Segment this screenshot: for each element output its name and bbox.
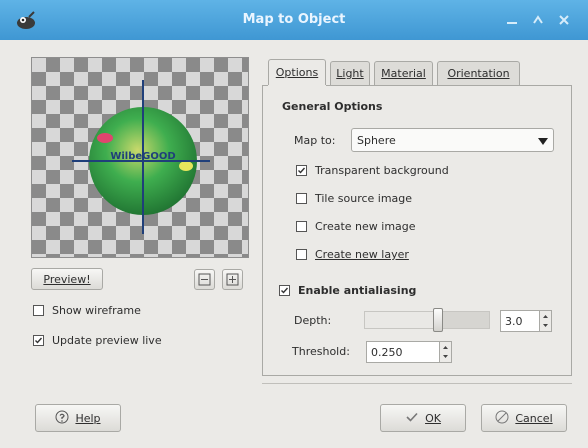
enable-antialiasing-label: Enable antialiasing <box>298 284 417 297</box>
ok-label: OK <box>425 411 441 425</box>
tab-light-label: Light <box>336 67 364 80</box>
create-new-image-label: Create new image <box>315 220 416 233</box>
depth-slider-handle[interactable] <box>433 308 443 332</box>
show-wireframe-checkbox[interactable]: Show wireframe <box>33 304 141 317</box>
cancel-label: Cancel <box>515 411 553 425</box>
window-title: Map to Object <box>242 12 346 27</box>
zoom-out-icon <box>198 273 211 286</box>
close-icon[interactable] <box>556 12 572 28</box>
sphere-preview: WilbeGOOD <box>72 80 210 234</box>
preview-text: WilbeGOOD <box>110 151 175 162</box>
create-new-layer-box[interactable] <box>296 249 307 260</box>
tab-divider <box>262 85 268 86</box>
zoom-out-button[interactable] <box>194 269 215 290</box>
update-preview-live-label: Update preview live <box>52 334 162 347</box>
tab-options-label: Options <box>275 66 319 79</box>
tab-material-label: Material <box>381 67 426 80</box>
zoom-in-icon <box>226 273 239 286</box>
update-preview-live-checkbox[interactable]: Update preview live <box>33 334 162 347</box>
separator <box>262 383 572 384</box>
chevron-down-icon <box>538 136 548 149</box>
help-button[interactable]: Help <box>35 404 121 432</box>
depth-label: Depth: <box>294 314 332 327</box>
enable-antialiasing-box[interactable] <box>279 285 290 296</box>
depth-spinbutton[interactable]: 3.0 <box>500 310 552 332</box>
preview-button[interactable]: Preview! <box>31 268 103 290</box>
maximize-icon[interactable] <box>530 12 546 28</box>
tab-orientation[interactable]: Orientation <box>437 61 520 85</box>
enable-antialiasing-checkbox[interactable]: Enable antialiasing <box>279 284 416 297</box>
tile-source-image-label: Tile source image <box>315 192 413 205</box>
ok-button[interactable]: OK <box>380 404 466 432</box>
cancel-icon <box>495 410 509 427</box>
create-new-image-box[interactable] <box>296 221 307 232</box>
preview-canvas[interactable]: WilbeGOOD <box>31 57 249 258</box>
general-options-title: General Options <box>282 100 383 113</box>
help-label: Help <box>75 411 101 425</box>
preview-button-label: Preview! <box>43 272 91 286</box>
threshold-label: Threshold: <box>292 345 350 358</box>
check-icon <box>35 337 43 344</box>
tab-light[interactable]: Light <box>330 61 370 85</box>
map-to-label: Map to: <box>294 134 336 147</box>
tab-material[interactable]: Material <box>374 61 433 85</box>
show-wireframe-label: Show wireframe <box>52 304 141 317</box>
tab-divider <box>326 85 572 86</box>
threshold-value: 0.250 <box>371 346 403 359</box>
check-icon <box>281 287 289 294</box>
create-new-layer-label: Create new layer <box>315 248 409 261</box>
ok-icon <box>405 410 419 427</box>
cancel-button[interactable]: Cancel <box>481 404 567 432</box>
update-preview-live-box[interactable] <box>33 335 44 346</box>
threshold-spinbutton[interactable]: 0.250 <box>366 341 452 363</box>
tab-orientation-label: Orientation <box>447 67 510 80</box>
create-new-image-checkbox[interactable]: Create new image <box>296 220 416 233</box>
spin-arrows-icon[interactable] <box>439 342 451 362</box>
spin-arrows-icon[interactable] <box>539 311 551 331</box>
title-bar: Map to Object <box>0 0 588 40</box>
depth-slider-fill <box>365 312 438 328</box>
depth-value: 3.0 <box>505 315 523 328</box>
depth-slider[interactable] <box>364 308 490 332</box>
tile-source-image-box[interactable] <box>296 193 307 204</box>
map-to-select[interactable]: Sphere <box>351 128 554 152</box>
tile-source-image-checkbox[interactable]: Tile source image <box>296 192 412 205</box>
transparent-background-label: Transparent background <box>315 164 449 177</box>
zoom-in-button[interactable] <box>222 269 243 290</box>
help-icon <box>55 410 69 427</box>
create-new-layer-checkbox[interactable]: Create new layer <box>296 248 409 261</box>
map-to-value: Sphere <box>357 134 396 147</box>
minimize-icon[interactable] <box>504 12 520 28</box>
check-icon <box>298 167 306 174</box>
transparent-background-checkbox[interactable]: Transparent background <box>296 164 449 177</box>
tab-options[interactable]: Options <box>268 59 326 85</box>
transparent-background-box[interactable] <box>296 165 307 176</box>
show-wireframe-box[interactable] <box>33 305 44 316</box>
